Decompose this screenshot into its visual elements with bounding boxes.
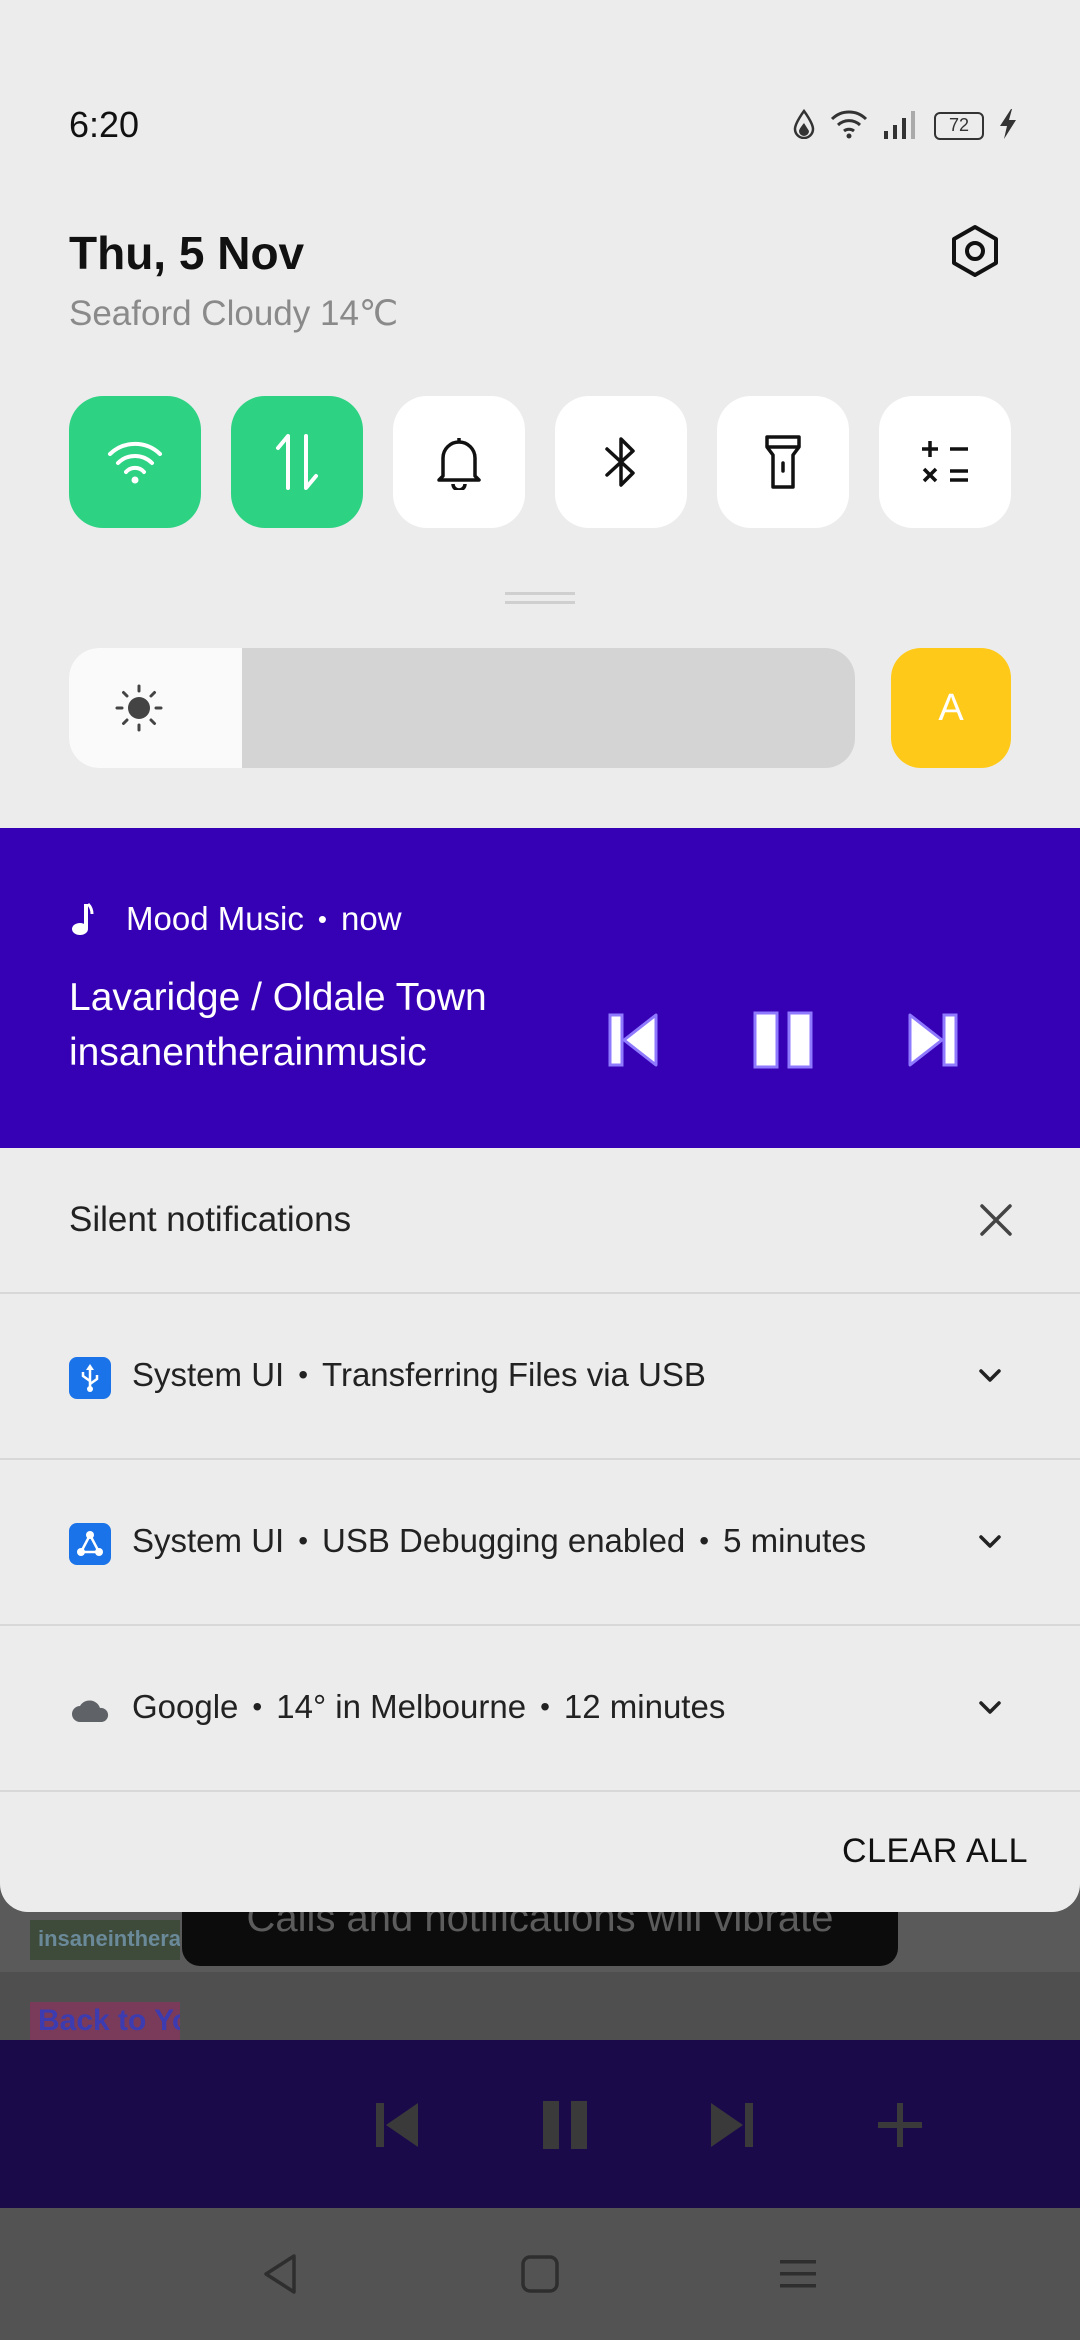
- data-saver-icon: [792, 108, 816, 144]
- tile-mobile-data[interactable]: [231, 396, 363, 528]
- media-app-header: Mood Music • now: [70, 900, 402, 938]
- chevron-down-icon: [979, 1701, 1001, 1714]
- notification-message: Transferring Files via USB: [322, 1356, 706, 1393]
- next-icon: [908, 1013, 958, 1067]
- notification-time: 5 minutes: [723, 1522, 867, 1559]
- brightness-slider[interactable]: [69, 648, 855, 768]
- background-thumbnail: Back to Your: [30, 2002, 180, 2042]
- wifi-icon: [108, 441, 162, 484]
- status-icons: 72: [792, 108, 1018, 144]
- chevron-down-icon: [979, 1535, 1001, 1548]
- flashlight-icon: [765, 435, 801, 489]
- silent-notifications-title: Silent notifications: [69, 1200, 352, 1239]
- notification-message: 14° in Melbourne: [276, 1688, 527, 1725]
- drag-handle[interactable]: [505, 592, 575, 604]
- tile-sound[interactable]: [393, 396, 525, 528]
- bell-icon: [437, 438, 481, 490]
- separator-dot: •: [298, 1359, 309, 1390]
- home-nav-icon[interactable]: [502, 2236, 578, 2312]
- tile-wifi[interactable]: [69, 396, 201, 528]
- notification-text: System UI • USB Debugging enabled • 5 mi…: [132, 1522, 866, 1560]
- cloud-icon: [69, 1689, 111, 1731]
- notification-app: Google: [132, 1688, 239, 1725]
- notification-text: System UI • Transferring Files via USB: [132, 1356, 706, 1394]
- bg-previous-icon: [362, 2090, 432, 2160]
- media-artist: insanentherainmusic: [69, 1031, 427, 1074]
- separator-dot: •: [699, 1525, 710, 1556]
- media-time: now: [341, 900, 402, 937]
- pause-button[interactable]: [749, 1006, 817, 1074]
- notification-usb-debugging[interactable]: System UI • USB Debugging enabled • 5 mi…: [0, 1460, 1080, 1626]
- gear-icon: [952, 225, 998, 277]
- chevron-down-icon: [979, 1369, 1001, 1382]
- date-label: Thu, 5 Nov: [69, 227, 305, 279]
- calculator-icon: [922, 441, 968, 483]
- notification-google-weather[interactable]: Google • 14° in Melbourne • 12 minutes: [0, 1626, 1080, 1792]
- pause-icon: [753, 1011, 813, 1069]
- background-thumbnail: insaneintherai: [30, 1920, 180, 1960]
- bg-pause-icon: [530, 2090, 600, 2160]
- media-title: Lavaridge / Oldale Town: [69, 976, 487, 1019]
- separator-dot: •: [298, 1525, 309, 1556]
- tile-bluetooth[interactable]: [555, 396, 687, 528]
- notification-message: USB Debugging enabled: [322, 1522, 686, 1559]
- notification-app: System UI: [132, 1522, 285, 1559]
- notification-app: System UI: [132, 1356, 285, 1393]
- media-notification[interactable]: Mood Music • now Lavaridge / Oldale Town…: [0, 828, 1080, 1148]
- separator-dot: •: [540, 1691, 550, 1722]
- settings-button[interactable]: [946, 222, 1004, 280]
- clear-all-button[interactable]: CLEAR ALL: [842, 1832, 1028, 1871]
- debug-icon: [69, 1523, 111, 1565]
- battery-icon: 72: [934, 112, 984, 140]
- media-app-name: Mood Music: [126, 900, 304, 937]
- bg-add-icon: [865, 2090, 935, 2160]
- silent-notifications-header: Silent notifications: [0, 1148, 1080, 1294]
- status-time: 6:20: [69, 104, 140, 145]
- tile-calculator[interactable]: [879, 396, 1011, 528]
- notification-shade: 6:20 72 Thu, 5 Nov Seaford Cloudy 14℃ A …: [0, 0, 1080, 1912]
- brightness-icon: [115, 684, 163, 732]
- separator-dot: •: [317, 903, 327, 934]
- charging-icon: [998, 108, 1018, 145]
- bluetooth-icon: [605, 437, 635, 487]
- next-button[interactable]: [899, 1006, 967, 1074]
- mobile-data-icon: [276, 434, 318, 490]
- signal-icon: [882, 109, 920, 144]
- previous-button[interactable]: [599, 1006, 667, 1074]
- auto-brightness-button[interactable]: A: [891, 648, 1011, 768]
- notification-usb-transfer[interactable]: System UI • Transferring Files via USB: [0, 1294, 1080, 1460]
- usb-icon: [69, 1357, 111, 1399]
- tile-flashlight[interactable]: [717, 396, 849, 528]
- dismiss-silent-button[interactable]: [976, 1200, 1016, 1240]
- notification-text: Google • 14° in Melbourne • 12 minutes: [132, 1688, 725, 1726]
- weather-label[interactable]: Seaford Cloudy 14℃: [69, 294, 398, 334]
- close-icon: [980, 1204, 1012, 1236]
- expand-button[interactable]: [976, 1694, 1004, 1722]
- bg-next-icon: [697, 2090, 767, 2160]
- back-nav-icon[interactable]: [242, 2236, 318, 2312]
- previous-icon: [608, 1013, 658, 1067]
- notification-time: 12 minutes: [563, 1688, 726, 1725]
- expand-button[interactable]: [976, 1362, 1004, 1390]
- wifi-icon: [830, 109, 868, 144]
- separator-dot: •: [252, 1691, 263, 1722]
- expand-button[interactable]: [976, 1528, 1004, 1556]
- music-note-icon: [72, 902, 94, 935]
- recents-nav-icon[interactable]: [760, 2236, 836, 2312]
